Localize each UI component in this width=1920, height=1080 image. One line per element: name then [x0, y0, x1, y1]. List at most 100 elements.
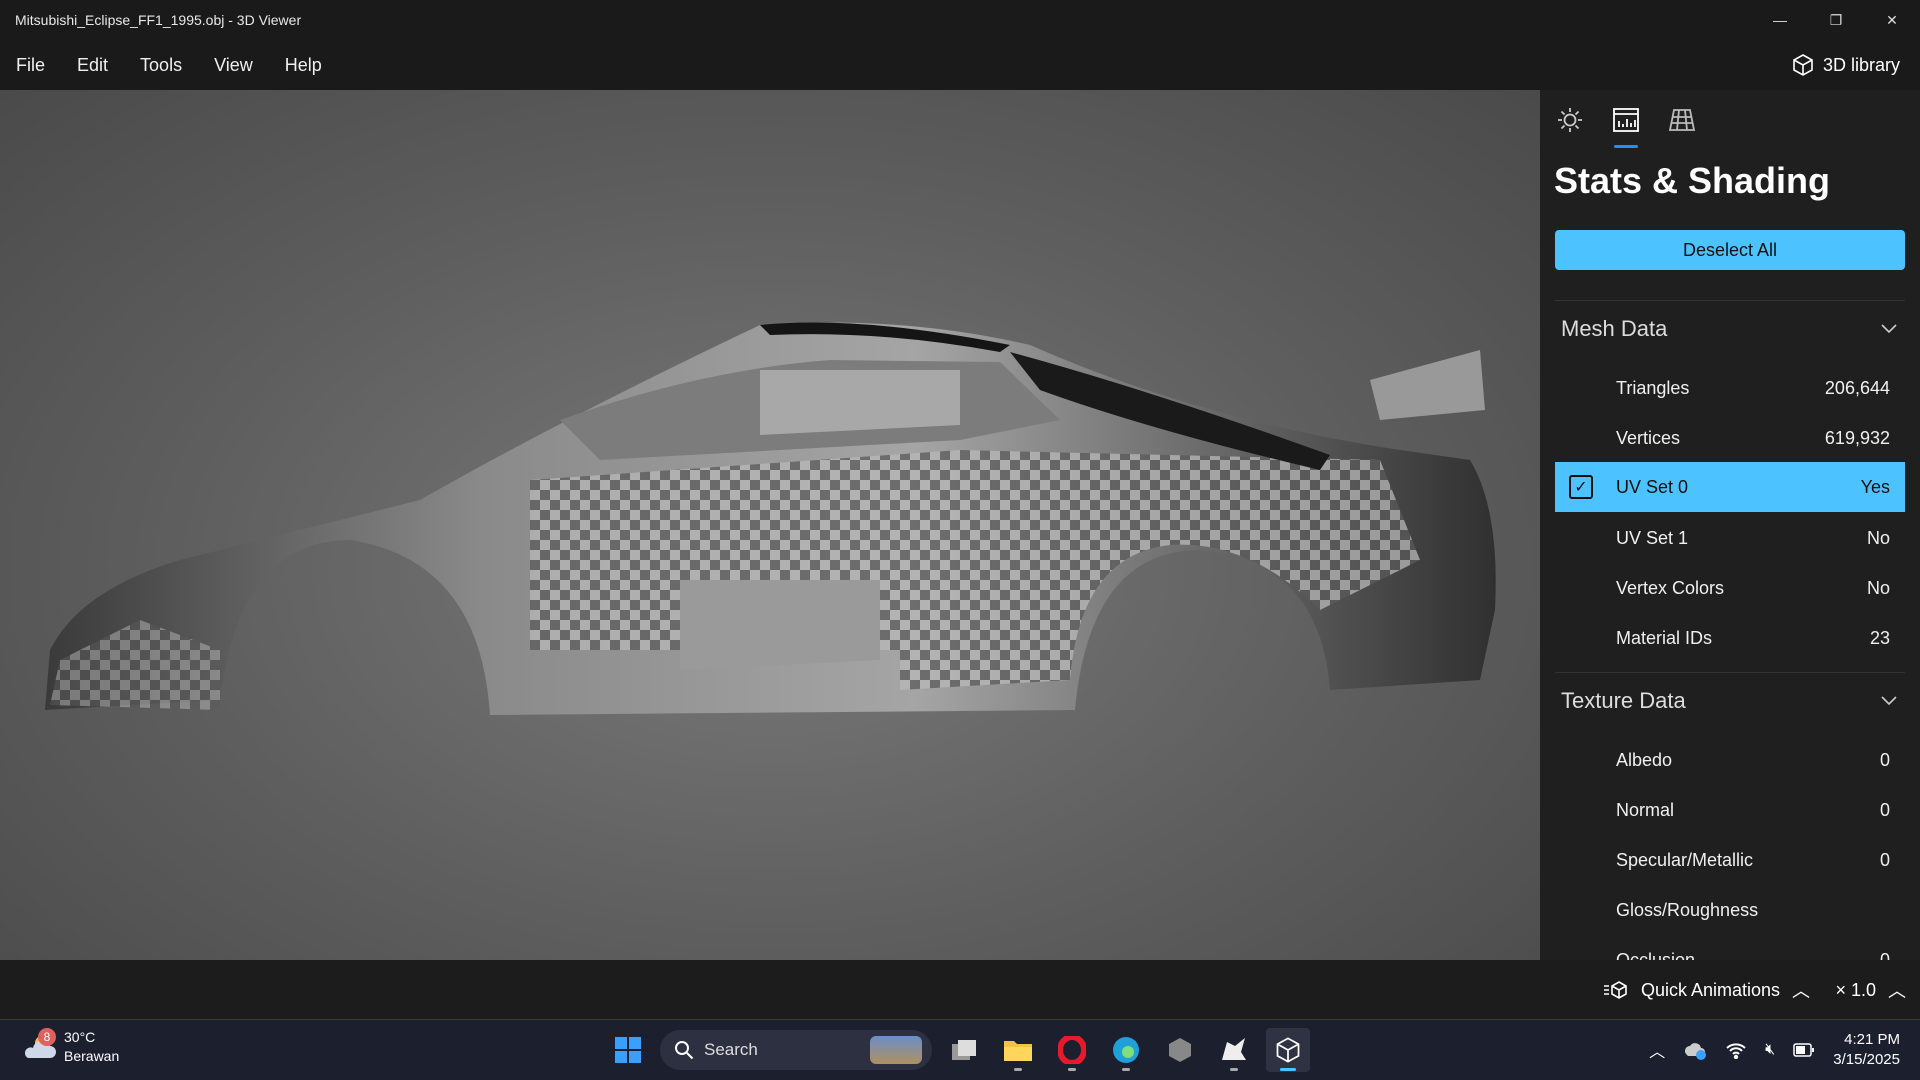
- folder-icon: [1004, 1041, 1032, 1061]
- edge-button[interactable]: [1104, 1028, 1148, 1072]
- stat-row-albedo[interactable]: Albedo 0: [1555, 735, 1905, 785]
- stat-row-occlusion[interactable]: Occlusion 0: [1555, 935, 1905, 961]
- stat-value: 0: [1879, 949, 1890, 961]
- stat-row-vertices[interactable]: Vertices 619,932: [1555, 413, 1905, 463]
- stat-label: UV Set 0: [1616, 476, 1689, 497]
- menu-edit[interactable]: Edit: [61, 55, 124, 76]
- stat-label: Triangles: [1616, 377, 1690, 398]
- show-hidden-icons-button[interactable]: ︿: [1649, 1038, 1665, 1062]
- task-view-button[interactable]: [942, 1028, 986, 1072]
- minimize-button[interactable]: —: [1752, 0, 1808, 40]
- wifi-icon[interactable]: [1725, 1041, 1747, 1059]
- stat-row-gloss-roughness[interactable]: Gloss/Roughness: [1555, 885, 1905, 935]
- stat-row-vertex-colors[interactable]: Vertex Colors No: [1555, 563, 1905, 613]
- running-indicator: [1014, 1068, 1022, 1071]
- system-tray: ︿ 🔇︎ 4:21 PM 3/15/2025: [1649, 1020, 1900, 1080]
- stat-value: 23: [1869, 627, 1890, 648]
- rhino-icon: [1222, 1038, 1246, 1060]
- 3d-viewer-icon: [1276, 1037, 1300, 1063]
- stat-label: Gloss/Roughness: [1616, 899, 1759, 920]
- speed-value: × 1.0: [1835, 979, 1876, 1000]
- quick-animations-button[interactable]: Quick Animations ︿: [1603, 960, 1810, 1020]
- sun-icon: [1558, 108, 1582, 132]
- search-highlight-image: [870, 1036, 922, 1064]
- menu-bar: File Edit Tools View Help: [0, 40, 1920, 90]
- chevron-up-icon: ︿: [1888, 981, 1906, 1001]
- edge-icon: [1113, 1037, 1139, 1063]
- stat-value: No: [1866, 577, 1890, 598]
- stat-value: 0: [1879, 849, 1890, 870]
- stat-value: 619,932: [1824, 427, 1890, 448]
- quick-animations-label: Quick Animations: [1640, 979, 1780, 1000]
- running-indicator: [1068, 1068, 1076, 1071]
- texture-data-section-header[interactable]: Texture Data: [1555, 672, 1905, 728]
- rhino-button[interactable]: [1212, 1028, 1256, 1072]
- task-view-icon: [952, 1040, 976, 1060]
- battery-icon[interactable]: [1793, 1043, 1815, 1057]
- stat-row-uv-set-1[interactable]: UV Set 1 No: [1555, 513, 1905, 563]
- running-indicator: [1122, 1068, 1130, 1071]
- tab-mesh-grid[interactable]: [1664, 102, 1700, 138]
- onedrive-sync-icon[interactable]: [1683, 1040, 1707, 1060]
- chevron-down-icon: [1881, 695, 1897, 705]
- unity-button[interactable]: [1158, 1028, 1202, 1072]
- stat-row-normal[interactable]: Normal 0: [1555, 785, 1905, 835]
- 3d-library-label: 3D library: [1822, 54, 1900, 75]
- stat-label: Specular/Metallic: [1616, 849, 1754, 870]
- weather-widget[interactable]: 8 30°C Berawan: [22, 1028, 119, 1066]
- 3d-viewer-taskbar-button[interactable]: [1266, 1028, 1310, 1072]
- stat-value: 206,644: [1824, 377, 1890, 398]
- tab-lighting[interactable]: [1552, 102, 1588, 138]
- menu-view[interactable]: View: [198, 55, 269, 76]
- stat-row-triangles[interactable]: Triangles 206,644: [1555, 363, 1905, 413]
- stat-label: UV Set 1: [1616, 527, 1689, 548]
- stat-label: Material IDs: [1616, 627, 1713, 648]
- stat-label: Vertex Colors: [1616, 577, 1725, 598]
- time: 4:21 PM: [1844, 1031, 1900, 1048]
- opera-icon: [1058, 1036, 1086, 1064]
- taskbar-search[interactable]: Search: [660, 1030, 932, 1070]
- 3d-viewport[interactable]: [0, 90, 1540, 960]
- volume-muted-icon[interactable]: 🔇︎: [1765, 1041, 1775, 1059]
- start-button[interactable]: [606, 1028, 650, 1072]
- stat-label: Normal: [1616, 799, 1675, 820]
- weather-condition: Berawan: [64, 1048, 120, 1064]
- stat-label: Vertices: [1616, 427, 1681, 448]
- opera-button[interactable]: [1050, 1028, 1094, 1072]
- 3d-library-button[interactable]: 3D library: [1791, 40, 1900, 90]
- search-icon: [675, 1041, 694, 1060]
- close-button[interactable]: ✕: [1864, 0, 1920, 40]
- animation-bar: Quick Animations ︿ × 1.0 ︿: [0, 960, 1920, 1020]
- notification-badge: 8: [38, 1028, 56, 1046]
- animation-cube-icon: [1603, 981, 1627, 999]
- chevron-up-icon: ︿: [1792, 981, 1810, 1001]
- maximize-button[interactable]: ❐: [1808, 0, 1864, 40]
- grid-icon: [1668, 109, 1696, 131]
- stat-value: 0: [1879, 749, 1890, 770]
- cube-icon: [1793, 54, 1813, 76]
- car-model[interactable]: [0, 90, 1540, 960]
- file-explorer-button[interactable]: [996, 1028, 1040, 1072]
- stat-value: 0: [1879, 799, 1890, 820]
- stats-chart-icon: [1613, 108, 1639, 132]
- window-title: Mitsubishi_Eclipse_FF1_1995.obj - 3D Vie…: [15, 12, 302, 28]
- menu-file[interactable]: File: [0, 55, 61, 76]
- stat-value: Yes: [1860, 476, 1890, 497]
- speed-selector[interactable]: × 1.0 ︿: [1835, 960, 1906, 1020]
- stat-value: No: [1866, 527, 1890, 548]
- mesh-data-section-header[interactable]: Mesh Data: [1555, 300, 1905, 356]
- menu-tools[interactable]: Tools: [124, 55, 198, 76]
- deselect-all-button[interactable]: Deselect All: [1555, 230, 1905, 270]
- stat-label: Occlusion: [1616, 949, 1696, 961]
- stat-row-material-ids[interactable]: Material IDs 23: [1555, 613, 1905, 663]
- panel-title: Stats & Shading: [1554, 160, 1831, 201]
- menu-help[interactable]: Help: [269, 55, 338, 76]
- tab-stats-shading[interactable]: [1608, 102, 1644, 148]
- stats-panel: Stats & Shading Deselect All Mesh Data T…: [1540, 90, 1920, 960]
- clock[interactable]: 4:21 PM 3/15/2025: [1833, 1030, 1900, 1070]
- stat-row-specular-metallic[interactable]: Specular/Metallic 0: [1555, 835, 1905, 885]
- weather-temp: 30°C: [64, 1029, 96, 1045]
- uv-set-0-checkbox[interactable]: ✓: [1569, 475, 1593, 499]
- stat-row-uv-set-0[interactable]: ✓ UV Set 0 Yes: [1555, 462, 1905, 512]
- stat-label: Albedo: [1616, 749, 1673, 770]
